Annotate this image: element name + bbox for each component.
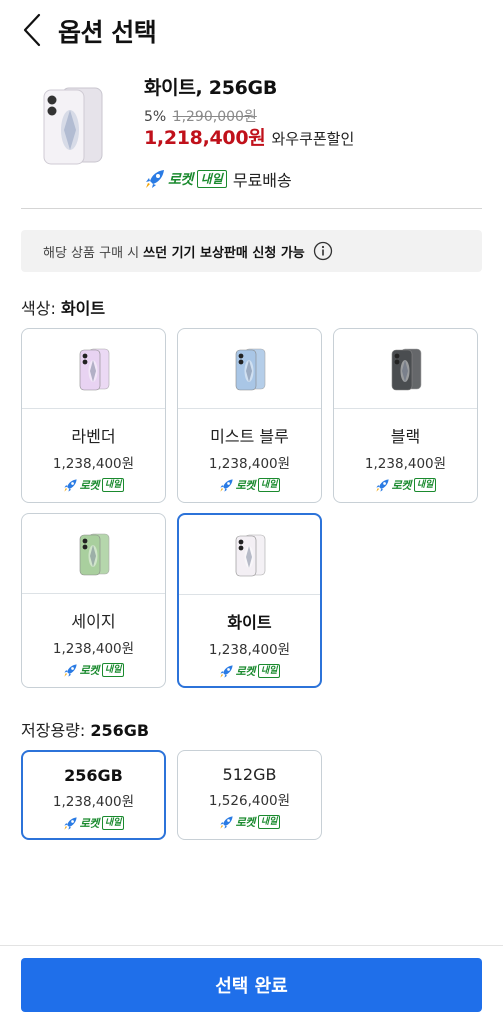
rocket-text: 로켓 — [79, 479, 100, 492]
phone-thumbnail-icon — [391, 348, 421, 390]
color-option-card[interactable]: 미스트 블루 1,238,400원로켓 내일 — [177, 328, 322, 503]
rocket-delivery-badge: 로켓 내일 — [63, 815, 125, 831]
rocket-tomorrow-badge: 내일 — [101, 816, 125, 830]
rocket-delivery-badge: 로켓 내일 — [219, 814, 281, 830]
rocket-text: 로켓 — [168, 172, 193, 188]
rocket-delivery-badge: 로켓 내일 — [63, 477, 125, 493]
phone-thumbnail-icon — [235, 348, 265, 390]
color-option-name: 라벤더 — [71, 427, 116, 446]
color-option-card[interactable]: 라벤더 1,238,400원로켓 내일 — [21, 328, 166, 503]
rocket-delivery-badge: 로켓 내일 — [144, 168, 227, 190]
rocket-tomorrow-badge: 내일 — [257, 478, 281, 492]
color-thumbnail — [178, 329, 321, 409]
color-option-name: 세이지 — [71, 612, 116, 631]
rocket-icon — [63, 478, 77, 492]
product-name: 화이트, 256GB — [144, 77, 278, 99]
capacity-section-label: 저장용량: 256GB — [21, 717, 149, 741]
color-selected-value: 화이트 — [60, 299, 106, 318]
rocket-tomorrow-badge: 내일 — [257, 664, 281, 678]
tradein-prefix: 해당 상품 구매 시 — [43, 245, 140, 261]
chevron-left-icon — [23, 13, 41, 47]
color-option-price: 1,238,400원 — [52, 641, 135, 657]
rocket-text: 로켓 — [79, 817, 100, 830]
capacity-option-name: 512GB — [222, 765, 277, 784]
color-option-card[interactable]: 블랙 1,238,400원로켓 내일 — [333, 328, 478, 503]
color-option-card[interactable]: 화이트 1,238,400원로켓 내일 — [177, 513, 322, 688]
rocket-delivery-badge: 로켓 내일 — [63, 662, 125, 678]
product-image — [40, 86, 106, 166]
capacity-option-price: 1,526,400원 — [208, 793, 291, 809]
rocket-text: 로켓 — [235, 665, 256, 678]
rocket-delivery-badge: 로켓 내일 — [375, 477, 437, 493]
color-option-name: 화이트 — [227, 613, 272, 632]
phone-thumbnail-icon — [79, 533, 109, 575]
rocket-tomorrow-badge: 내일 — [101, 663, 125, 677]
color-option-price: 1,238,400원 — [208, 642, 291, 658]
delivery-row: 로켓 내일 무료배송 — [144, 167, 292, 191]
rocket-icon — [63, 816, 77, 830]
tradein-banner[interactable]: 해당 상품 구매 시 쓰던 기기 보상판매 신청 가능 — [21, 230, 482, 272]
color-option-card[interactable]: 세이지 1,238,400원로켓 내일 — [21, 513, 166, 688]
rocket-icon — [63, 663, 77, 677]
rocket-delivery-badge: 로켓 내일 — [219, 663, 281, 679]
back-button[interactable] — [14, 10, 50, 50]
color-thumbnail — [179, 515, 320, 595]
rocket-icon — [219, 478, 233, 492]
rocket-text: 로켓 — [235, 816, 256, 829]
divider — [21, 208, 482, 209]
confirm-button[interactable]: 선택 완료 — [21, 958, 482, 1012]
rocket-text: 로켓 — [391, 479, 412, 492]
capacity-label: 저장용량: — [21, 721, 86, 740]
color-option-name: 블랙 — [390, 427, 421, 446]
free-shipping-label: 무료배송 — [232, 171, 292, 190]
price-row: 1,218,400원 와우쿠폰할인 — [144, 123, 354, 150]
tradein-highlight: 쓰던 기기 보상판매 신청 가능 — [143, 245, 305, 261]
info-icon[interactable] — [313, 241, 333, 261]
color-option-price: 1,238,400원 — [364, 456, 447, 472]
bottom-divider — [0, 945, 503, 946]
capacity-option-price: 1,238,400원 — [52, 794, 135, 810]
color-section-label: 색상: 화이트 — [21, 295, 105, 319]
rocket-tomorrow-badge: 내일 — [101, 478, 125, 492]
rocket-icon — [219, 664, 233, 678]
color-thumbnail — [334, 329, 477, 409]
page-title: 옵션 선택 — [58, 18, 157, 47]
rocket-icon — [375, 478, 389, 492]
color-label: 색상: — [21, 299, 56, 318]
rocket-delivery-badge: 로켓 내일 — [219, 477, 281, 493]
phone-thumbnail-icon — [79, 348, 109, 390]
capacity-option-card[interactable]: 512GB 1,526,400원로켓 내일 — [177, 750, 322, 840]
rocket-tomorrow-badge: 내일 — [196, 170, 227, 188]
phone-thumbnail-icon — [235, 534, 265, 576]
color-thumbnail — [22, 514, 165, 594]
color-option-name: 미스트 블루 — [210, 427, 289, 446]
rocket-text: 로켓 — [235, 479, 256, 492]
color-option-price: 1,238,400원 — [52, 456, 135, 472]
rocket-tomorrow-badge: 내일 — [257, 815, 281, 829]
rocket-text: 로켓 — [79, 664, 100, 677]
header: 옵션 선택 — [0, 0, 503, 60]
sale-price: 1,218,400원 — [144, 127, 266, 149]
rocket-icon — [219, 815, 233, 829]
coupon-label: 와우쿠폰할인 — [271, 130, 355, 148]
rocket-tomorrow-badge: 내일 — [413, 478, 437, 492]
capacity-option-card[interactable]: 256GB 1,238,400원로켓 내일 — [21, 750, 166, 840]
product-summary: 화이트, 256GB 5% 1,290,000원 1,218,400원 와우쿠폰… — [0, 64, 503, 208]
color-thumbnail — [22, 329, 165, 409]
color-option-price: 1,238,400원 — [208, 456, 291, 472]
rocket-icon — [146, 170, 164, 188]
capacity-option-name: 256GB — [64, 766, 123, 785]
capacity-selected-value: 256GB — [90, 721, 150, 740]
